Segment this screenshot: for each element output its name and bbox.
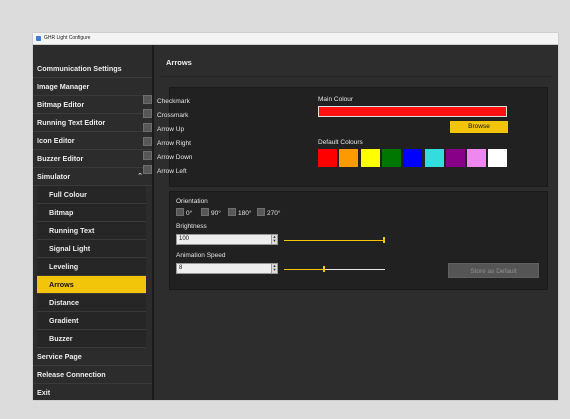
- stepper-down-icon[interactable]: ▼: [272, 268, 277, 272]
- app-icon: [36, 36, 41, 41]
- sidebar-item-distance[interactable]: Distance: [37, 294, 146, 312]
- orientation-option-label: 0°: [186, 210, 193, 217]
- colour-swatch[interactable]: [403, 149, 423, 167]
- arrow-option-crossmark[interactable]: Crossmark: [143, 109, 188, 120]
- arrow-option-arrow-right[interactable]: Arrow Right: [143, 137, 191, 148]
- sidebar-item-bitmap-editor[interactable]: Bitmap Editor: [33, 96, 152, 114]
- orientation-option-label: 90°: [211, 210, 221, 217]
- brightness-stepper[interactable]: ▲ ▼: [271, 234, 278, 245]
- colour-swatch[interactable]: [445, 149, 465, 167]
- sidebar-item-exit[interactable]: Exit: [33, 384, 152, 400]
- animation-speed-stepper[interactable]: ▲ ▼: [271, 263, 278, 274]
- arrow-option-label: Crossmark: [157, 112, 189, 119]
- sidebar-item-communication-settings[interactable]: Communication Settings: [33, 60, 152, 78]
- default-colours-label: Default Colours: [318, 139, 363, 146]
- sidebar: Communication Settings Image Manager Bit…: [33, 45, 154, 400]
- arrow-option-arrow-up[interactable]: Arrow Up: [143, 123, 184, 134]
- checkbox[interactable]: [143, 123, 152, 132]
- sidebar-item-image-manager[interactable]: Image Manager: [33, 78, 152, 96]
- colour-swatch[interactable]: [360, 149, 380, 167]
- sidebar-item-service-page[interactable]: Service Page: [33, 348, 152, 366]
- animation-speed-label: Animation Speed: [176, 252, 226, 259]
- store-as-default-button[interactable]: Store as Default: [448, 263, 539, 278]
- sidebar-item-release-connection[interactable]: Release Connection: [33, 366, 152, 384]
- orientation-option-label: 180°: [238, 210, 252, 217]
- sidebar-item-label: Simulator: [37, 172, 71, 181]
- sidebar-item-arrows[interactable]: Arrows: [37, 276, 146, 294]
- arrow-settings-panel: [169, 87, 548, 187]
- stepper-down-icon[interactable]: ▼: [272, 239, 277, 243]
- animation-speed-slider[interactable]: [284, 269, 385, 270]
- orientation-option-180[interactable]: 180°: [228, 208, 251, 218]
- sidebar-item-simulator[interactable]: Simulator ⌃: [33, 168, 152, 186]
- orientation-option-0[interactable]: 0°: [176, 208, 192, 218]
- arrow-option-label: Arrow Up: [157, 126, 185, 133]
- arrow-option-arrow-down[interactable]: Arrow Down: [143, 151, 192, 162]
- sidebar-item-buzzer[interactable]: Buzzer: [37, 330, 146, 348]
- window-title: GHR Light Configure: [44, 35, 91, 41]
- sidebar-item-signal-light[interactable]: Signal Light: [37, 240, 146, 258]
- title-bar: GHR Light Configure: [33, 33, 558, 45]
- sidebar-item-leveling[interactable]: Leveling: [37, 258, 146, 276]
- colour-swatch[interactable]: [424, 149, 444, 167]
- brightness-input[interactable]: 100: [176, 234, 274, 245]
- sidebar-item-gradient[interactable]: Gradient: [37, 312, 146, 330]
- checkbox[interactable]: [143, 95, 152, 104]
- colour-swatch[interactable]: [488, 149, 508, 167]
- sidebar-item-buzzer-editor[interactable]: Buzzer Editor: [33, 150, 152, 168]
- colour-swatch[interactable]: [318, 149, 337, 167]
- sidebar-item-running-text-editor[interactable]: Running Text Editor: [33, 114, 152, 132]
- arrow-option-checkmark[interactable]: Checkmark: [143, 95, 190, 106]
- radio[interactable]: [201, 208, 209, 216]
- checkbox[interactable]: [143, 137, 152, 146]
- arrow-option-arrow-left[interactable]: Arrow Left: [143, 165, 187, 176]
- checkbox[interactable]: [143, 165, 152, 174]
- colour-swatch[interactable]: [339, 149, 359, 167]
- arrow-option-label: Checkmark: [157, 98, 190, 105]
- checkbox[interactable]: [143, 151, 152, 160]
- radio[interactable]: [228, 208, 236, 216]
- brightness-label: Brightness: [176, 223, 207, 230]
- divider: [160, 76, 552, 77]
- sidebar-item-bitmap[interactable]: Bitmap: [37, 204, 146, 222]
- main-colour-label: Main Colour: [318, 96, 354, 103]
- brightness-slider-handle[interactable]: [383, 237, 385, 243]
- main-colour-field[interactable]: [318, 106, 507, 117]
- animation-speed-input[interactable]: 8: [176, 263, 274, 274]
- checkbox[interactable]: [143, 109, 152, 118]
- page-title: Arrows: [166, 58, 192, 67]
- sidebar-item-icon-editor[interactable]: Icon Editor: [33, 132, 152, 150]
- radio[interactable]: [176, 208, 184, 216]
- browse-button[interactable]: Browse: [450, 121, 508, 133]
- radio[interactable]: [257, 208, 265, 216]
- arrow-option-label: Arrow Right: [157, 140, 191, 147]
- sidebar-item-running-text[interactable]: Running Text: [37, 222, 146, 240]
- orientation-option-90[interactable]: 90°: [201, 208, 221, 218]
- orientation-label: Orientation: [176, 198, 208, 205]
- colour-swatch[interactable]: [381, 149, 401, 167]
- orientation-option-270[interactable]: 270°: [257, 208, 280, 218]
- sidebar-item-full-colour[interactable]: Full Colour: [37, 186, 146, 204]
- orientation-option-label: 270°: [267, 210, 281, 217]
- arrow-option-label: Arrow Left: [157, 168, 187, 175]
- arrow-option-label: Arrow Down: [157, 154, 193, 161]
- animation-speed-slider-handle[interactable]: [323, 266, 326, 272]
- brightness-slider[interactable]: [284, 240, 385, 241]
- colour-swatch[interactable]: [467, 149, 487, 167]
